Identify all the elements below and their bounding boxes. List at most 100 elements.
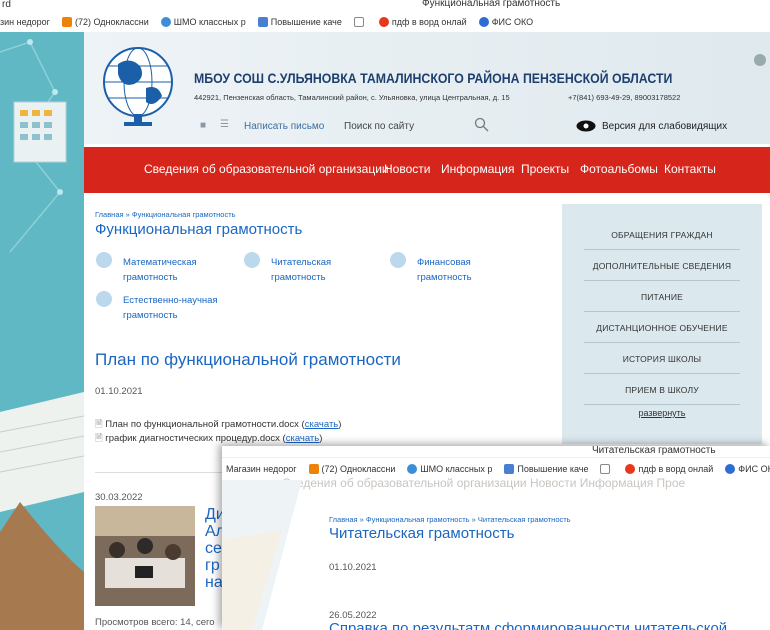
link-financial-literacy[interactable]: Финансовая грамотность xyxy=(417,255,472,285)
bookmark-shmo[interactable]: ШМО классных р xyxy=(407,464,492,474)
popup-titlebar: Читательская грамотность xyxy=(222,446,770,458)
link-line: Читательская xyxy=(271,257,332,268)
breadcrumb[interactable]: Главная » Функциональная грамотность xyxy=(95,210,236,219)
bullet-icon xyxy=(96,291,112,307)
popup-page xyxy=(222,479,770,630)
decorative-art xyxy=(0,39,84,630)
bookmark-label: ФИС ОКО xyxy=(738,464,770,474)
bookmarks-bar: зин недорог (72) Одноклассни ШМО классны… xyxy=(0,12,770,32)
bullet-icon xyxy=(244,252,260,268)
overlay-window: Читательская грамотность Магазин недорог… xyxy=(222,446,770,630)
document-icon: 🗎 xyxy=(95,433,103,444)
bookmark-odnoklassniki[interactable]: (72) Одноклассни xyxy=(61,17,149,27)
download-link[interactable]: скачать xyxy=(305,419,339,430)
window-titlebar: rd Функциональная грамотность xyxy=(0,0,770,12)
file-name: План по функциональной грамотности.docx xyxy=(105,419,299,430)
eye-icon[interactable] xyxy=(576,120,596,132)
sidebar-item-distance[interactable]: ДИСТАНЦИОННОЕ ОБУЧЕНИЕ xyxy=(584,313,740,343)
link-line: Финансовая xyxy=(417,257,471,268)
views-counter: Просмотров всего: 14, сего xyxy=(95,617,215,628)
bookmark-label: Повышение каче xyxy=(517,464,589,474)
file-row: 🗎 график диагностических процедур.docx (… xyxy=(95,433,323,444)
pdf-icon xyxy=(378,17,389,27)
bookmark-shop[interactable]: зин недорог xyxy=(0,17,50,27)
sidebar-item-history[interactable]: ИСТОРИЯ ШКОЛЫ xyxy=(584,344,740,374)
popup-article-title[interactable]: Справка по результатм сформированности ч… xyxy=(329,620,727,630)
link-line: грамотность xyxy=(271,272,326,283)
bookmark-label: Магазин недорог xyxy=(226,464,297,474)
article-date: 01.10.2021 xyxy=(95,386,143,397)
decorative-background xyxy=(0,32,84,630)
school-phone: +7(841) 693-49-29, 89003178522 xyxy=(568,93,681,102)
settings-icon[interactable] xyxy=(754,54,766,66)
check-icon xyxy=(160,17,171,27)
link-line: грамотность xyxy=(123,310,178,321)
article-date: 30.03.2022 xyxy=(95,492,143,503)
bookmark-blank[interactable] xyxy=(353,17,367,27)
fis-oko-icon xyxy=(478,17,489,27)
bookmark-improvement[interactable]: Повышение каче xyxy=(504,464,588,474)
nav-item-information[interactable]: Информация xyxy=(441,162,514,176)
expand-link[interactable]: развернуть xyxy=(562,408,762,418)
bullet-icon xyxy=(390,252,406,268)
popup-breadcrumb[interactable]: Главная » Функциональная грамотность » Ч… xyxy=(329,515,571,524)
bookmark-pdf-word[interactable]: пдф в ворд онлай xyxy=(378,17,467,27)
bookmark-fis-oko[interactable]: ФИС ОКО xyxy=(478,17,534,27)
page-icon xyxy=(504,464,515,474)
sitemap-icon[interactable]: ☰ xyxy=(220,119,229,130)
sidebar-item-additional[interactable]: ДОПОЛНИТЕЛЬНЫЕ СВЕДЕНИЯ xyxy=(584,251,740,281)
bookmark-label: ШМО классных р xyxy=(420,464,493,474)
bookmark-improvement[interactable]: Повышение каче xyxy=(257,17,342,27)
page-title: Функциональная грамотность xyxy=(95,221,303,238)
sidebar-item-admission[interactable]: ПРИЕМ В ШКОЛУ xyxy=(584,375,740,405)
sidebar-item-appeals[interactable]: ОБРАЩЕНИЯ ГРАЖДАН xyxy=(584,220,740,250)
document-icon xyxy=(353,17,364,27)
page-icon xyxy=(257,17,268,27)
window-title: Функциональная грамотность xyxy=(422,0,561,9)
bookmark-label: Повышение каче xyxy=(270,17,342,27)
home-icon[interactable]: ■ xyxy=(200,120,206,131)
low-vision-link[interactable]: Версия для слабовидящих xyxy=(602,121,727,132)
search-icon[interactable] xyxy=(474,117,490,133)
nav-item-projects[interactable]: Проекты xyxy=(521,162,569,176)
bookmark-shop[interactable]: Магазин недорог xyxy=(226,464,297,474)
link-line: Естественно-научная xyxy=(123,295,218,306)
nav-item-photos[interactable]: Фотоальбомы xyxy=(580,162,658,176)
divider xyxy=(95,472,235,473)
bookmark-label: зин недорог xyxy=(0,17,50,27)
bookmark-label: (72) Одноклассни xyxy=(321,464,396,474)
link-reading-literacy[interactable]: Читательская грамотность xyxy=(271,255,331,285)
nav-item-info-org[interactable]: Сведения об образовательной организации xyxy=(144,162,389,176)
bookmark-pdf-word[interactable]: пдф в ворд онлай xyxy=(625,464,713,474)
search-input[interactable]: Поиск по сайту xyxy=(344,121,414,132)
article-title[interactable]: План по функциональной грамотности xyxy=(95,350,401,370)
bookmark-label: ФИС ОКО xyxy=(491,17,534,27)
sidebar-menu: ОБРАЩЕНИЯ ГРАЖДАН ДОПОЛНИТЕЛЬНЫЕ СВЕДЕНИ… xyxy=(562,204,762,444)
mail-icon xyxy=(61,17,72,27)
popup-heading: Читательская грамотность xyxy=(329,525,515,542)
article-photo[interactable] xyxy=(95,506,195,606)
sidebar-item-food[interactable]: ПИТАНИЕ xyxy=(584,282,740,312)
write-letter-link[interactable]: Написать письмо xyxy=(244,121,324,132)
bookmark-shmo[interactable]: ШМО классных р xyxy=(160,17,246,27)
popup-title: Читательская грамотность xyxy=(592,446,716,456)
pdf-icon xyxy=(625,464,636,474)
globe-logo[interactable] xyxy=(100,44,180,128)
mail-icon xyxy=(308,464,319,474)
download-link[interactable]: скачать xyxy=(286,433,320,444)
nav-item-contacts[interactable]: Контакты xyxy=(664,162,716,176)
link-line: грамотность xyxy=(123,272,178,283)
link-line: грамотность xyxy=(417,272,472,283)
link-line: Математическая xyxy=(123,257,197,268)
bookmark-fis-oko[interactable]: ФИС ОКО xyxy=(725,464,770,474)
school-name: МБОУ СОШ С.УЛЬЯНОВКА ТАМАЛИНСКОГО РАЙОНА… xyxy=(194,70,673,86)
bullet-icon xyxy=(96,252,112,268)
nav-item-news[interactable]: Новости xyxy=(384,162,430,176)
link-science-literacy[interactable]: Естественно-научная грамотность xyxy=(123,293,218,323)
bookmark-blank[interactable] xyxy=(600,464,613,474)
bookmark-odnoklassniki[interactable]: (72) Одноклассни xyxy=(308,464,396,474)
school-address: 442921, Пензенская область, Тамалинский … xyxy=(194,93,510,102)
bookmark-label: пдф в ворд онлай xyxy=(638,464,714,474)
link-math-literacy[interactable]: Математическая грамотность xyxy=(123,255,197,285)
titlebar-url-fragment: rd xyxy=(2,0,11,10)
